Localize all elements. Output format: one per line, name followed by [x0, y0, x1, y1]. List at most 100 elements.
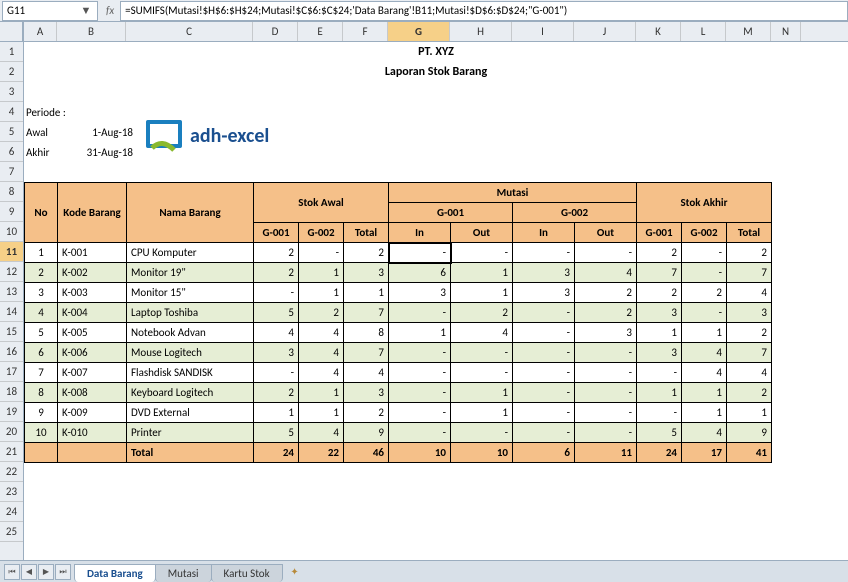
- cell[interactable]: -: [513, 403, 575, 423]
- cell[interactable]: -: [254, 283, 299, 303]
- th-mutasi-g002[interactable]: G-002: [513, 203, 637, 223]
- cell[interactable]: 9: [25, 403, 58, 423]
- name-box[interactable]: G11 ▼: [2, 1, 98, 21]
- cell[interactable]: 1: [254, 403, 299, 423]
- fx-icon[interactable]: fx: [100, 4, 120, 17]
- cell[interactable]: 3: [344, 263, 389, 283]
- col-header-I[interactable]: I: [512, 22, 574, 41]
- cell[interactable]: 4: [682, 343, 727, 363]
- cell[interactable]: -: [389, 303, 451, 323]
- cell[interactable]: -: [513, 243, 575, 263]
- cell[interactable]: 2: [727, 243, 772, 263]
- cell[interactable]: 3: [389, 283, 451, 303]
- cell[interactable]: 1: [637, 383, 682, 403]
- cell[interactable]: 17: [682, 443, 727, 463]
- cell[interactable]: 2: [344, 403, 389, 423]
- row-header-6[interactable]: 6: [0, 142, 23, 162]
- col-header-N[interactable]: N: [771, 22, 801, 41]
- cell[interactable]: K-004: [58, 303, 127, 323]
- cell[interactable]: 4: [451, 323, 513, 343]
- cell[interactable]: 11: [575, 443, 637, 463]
- cell[interactable]: 4: [254, 323, 299, 343]
- th-sk-g002[interactable]: G-002: [682, 223, 727, 243]
- cell[interactable]: 1: [344, 283, 389, 303]
- row-header-9[interactable]: 9: [0, 202, 23, 222]
- cell[interactable]: 7: [727, 263, 772, 283]
- row-header-18[interactable]: 18: [0, 382, 23, 402]
- cell[interactable]: -: [682, 263, 727, 283]
- cell[interactable]: -: [451, 343, 513, 363]
- th-sa-total[interactable]: Total: [344, 223, 389, 243]
- cell[interactable]: -: [575, 383, 637, 403]
- cell[interactable]: 2: [682, 283, 727, 303]
- cell[interactable]: Monitor 15": [127, 283, 254, 303]
- cell[interactable]: 2: [575, 283, 637, 303]
- cell[interactable]: -: [575, 403, 637, 423]
- cell[interactable]: 2: [344, 243, 389, 263]
- cell[interactable]: 7: [637, 263, 682, 283]
- cell[interactable]: 7: [25, 363, 58, 383]
- cell[interactable]: 6: [513, 443, 575, 463]
- row-header-13[interactable]: 13: [0, 282, 23, 302]
- row-header-5[interactable]: 5: [0, 122, 23, 142]
- total-row[interactable]: Total2422461010611241741: [25, 443, 772, 463]
- cell[interactable]: 1: [451, 263, 513, 283]
- th-nama[interactable]: Nama Barang: [127, 183, 254, 243]
- sheet-tab[interactable]: Kartu Stok: [211, 564, 283, 582]
- cell[interactable]: 7: [344, 343, 389, 363]
- cell[interactable]: 24: [254, 443, 299, 463]
- tab-next-icon[interactable]: ▶: [38, 564, 54, 580]
- cell[interactable]: 3: [575, 323, 637, 343]
- cell[interactable]: K-008: [58, 383, 127, 403]
- cell[interactable]: 4: [299, 323, 344, 343]
- row-header-24[interactable]: 24: [0, 502, 23, 522]
- cell[interactable]: -: [389, 383, 451, 403]
- cell[interactable]: 9: [727, 423, 772, 443]
- cell[interactable]: -: [451, 363, 513, 383]
- cell[interactable]: -: [254, 363, 299, 383]
- tab-prev-icon[interactable]: ◀: [21, 564, 37, 580]
- row-header-16[interactable]: 16: [0, 342, 23, 362]
- row-header-7[interactable]: 7: [0, 162, 23, 182]
- cell[interactable]: 4: [299, 363, 344, 383]
- cell[interactable]: 1: [682, 323, 727, 343]
- row-header-19[interactable]: 19: [0, 402, 23, 422]
- cell[interactable]: -: [451, 243, 513, 263]
- row-header-2[interactable]: 2: [0, 62, 23, 82]
- cell[interactable]: -: [575, 363, 637, 383]
- cell[interactable]: K-005: [58, 323, 127, 343]
- cell[interactable]: 4: [682, 363, 727, 383]
- insert-sheet-icon[interactable]: ✦: [285, 564, 305, 580]
- table-row[interactable]: 8K-008Keyboard Logitech213-1--112: [25, 383, 772, 403]
- th-sa-g002[interactable]: G-002: [299, 223, 344, 243]
- th-mutasi-g001[interactable]: G-001: [389, 203, 513, 223]
- report-table[interactable]: No Kode Barang Nama Barang Stok Awal Mut…: [24, 182, 772, 463]
- cell[interactable]: 1: [25, 243, 58, 263]
- cell[interactable]: -: [682, 243, 727, 263]
- th-mutasi[interactable]: Mutasi: [389, 183, 637, 203]
- cell[interactable]: -: [682, 303, 727, 323]
- row-header-1[interactable]: 1: [0, 42, 23, 62]
- cell[interactable]: 1: [451, 283, 513, 303]
- cell[interactable]: 1: [682, 403, 727, 423]
- col-header-E[interactable]: E: [298, 22, 343, 41]
- row-header-8[interactable]: 8: [0, 182, 23, 202]
- cell[interactable]: Laptop Toshiba: [127, 303, 254, 323]
- cell[interactable]: K-010: [58, 423, 127, 443]
- cell[interactable]: 4: [682, 423, 727, 443]
- cell[interactable]: 2: [637, 243, 682, 263]
- cell[interactable]: K-009: [58, 403, 127, 423]
- tab-last-icon[interactable]: ⏭: [55, 564, 71, 580]
- cell[interactable]: 41: [727, 443, 772, 463]
- cell[interactable]: Notebook Advan: [127, 323, 254, 343]
- cell[interactable]: -: [637, 363, 682, 383]
- cell[interactable]: 1: [727, 403, 772, 423]
- cell[interactable]: 6: [389, 263, 451, 283]
- cell[interactable]: 1: [299, 263, 344, 283]
- cell[interactable]: 1: [637, 323, 682, 343]
- cell[interactable]: -: [637, 403, 682, 423]
- cell[interactable]: 4: [575, 263, 637, 283]
- cell[interactable]: 7: [344, 303, 389, 323]
- formula-input[interactable]: =SUMIFS(Mutasi!$H$6:$H$24;Mutasi!$C$6:$C…: [120, 1, 848, 21]
- col-header-D[interactable]: D: [253, 22, 298, 41]
